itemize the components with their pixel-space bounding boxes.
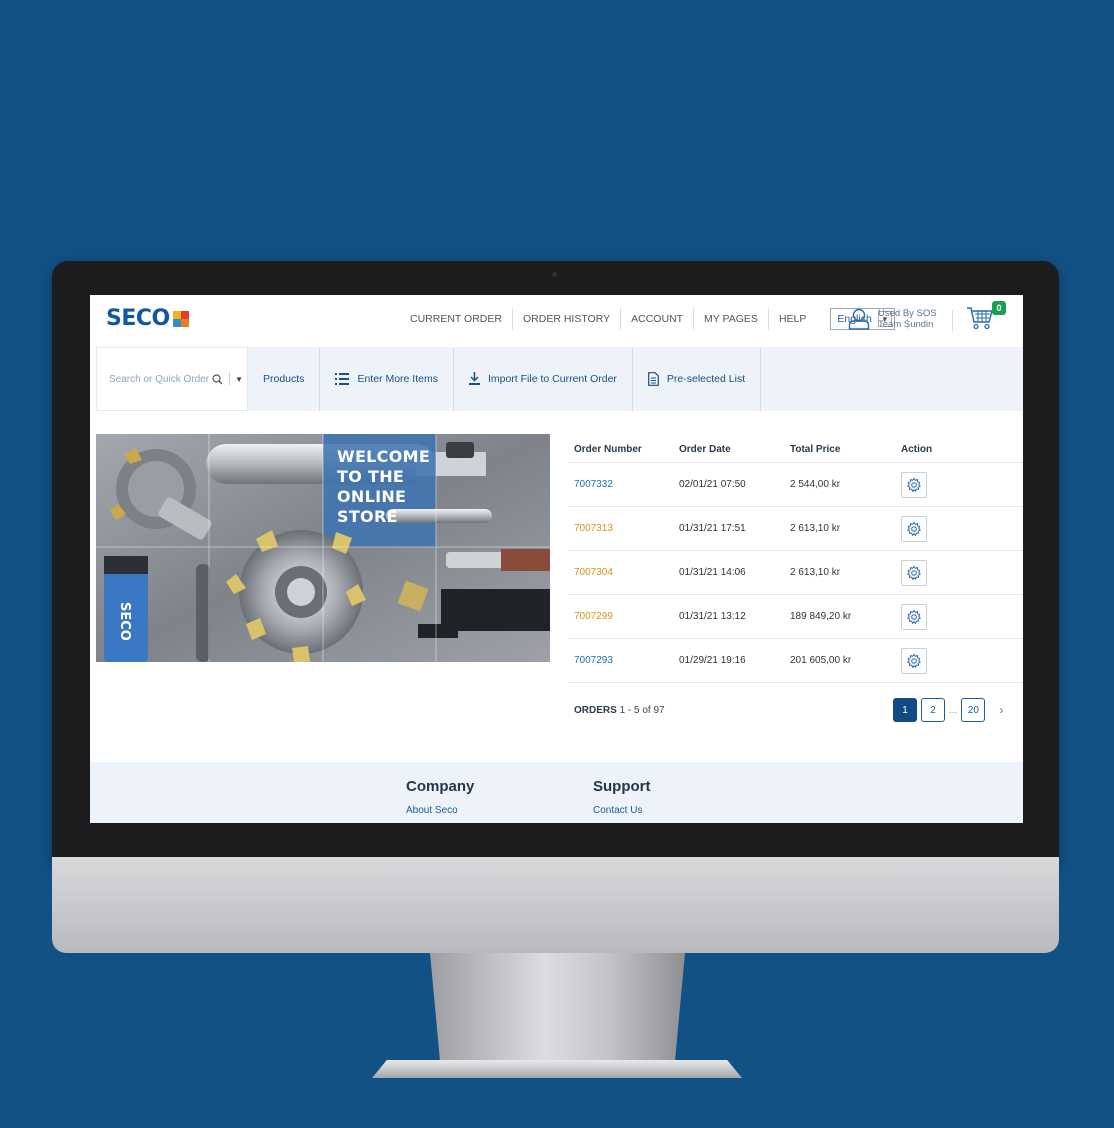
toolbar: Search or Quick Order ▼ Products Enter M… [96,347,1023,411]
order-price: 189 849,20 kr [790,611,852,622]
page-button-1[interactable]: 1 [893,698,917,722]
nav-help[interactable]: HELP [769,308,816,330]
col-action: Action [901,444,933,455]
order-date: 01/31/21 17:51 [679,523,746,534]
order-price: 201 605,00 kr [790,655,852,666]
col-total-price: Total Price [790,444,841,455]
footer-support-title: Support [593,778,651,795]
table-row: 7007293 01/29/21 19:16 201 605,00 kr [568,639,1023,683]
seco-logo[interactable]: SECO [106,306,189,331]
gear-icon[interactable] [901,603,927,630]
gear-icon[interactable] [901,647,927,674]
order-date: 01/29/21 19:16 [679,655,746,666]
welcome-title: WELCOME TO THE ONLINE STORE [337,447,430,527]
gear-icon[interactable] [901,471,927,498]
orders-table: Order Number Order Date Total Price Acti… [568,437,1023,683]
footer-support: Support Contact Us [593,778,651,816]
order-price: 2 613,10 kr [790,567,841,578]
page-ellipsis: ... [949,704,958,716]
top-bar: SECO CURRENT ORDER ORDER HISTORY ACCOUNT… [90,295,1023,347]
order-date: 01/31/21 14:06 [679,567,746,578]
enter-more-items-label: Enter More Items [357,373,438,385]
gear-icon[interactable] [901,559,927,586]
user-name: Used By SOS [878,308,937,319]
welcome-banner[interactable]: SECO WELCOME TO THE ONLINE STORE [96,434,550,662]
list-icon [335,373,350,385]
order-number-link[interactable]: 7007313 [568,523,679,534]
camera [552,272,557,277]
logo-mark-icon [172,310,189,327]
table-row: 7007299 01/31/21 13:12 189 849,20 kr [568,595,1023,639]
orders-summary-label: ORDERS [574,705,617,716]
orders-summary-range: 1 - 5 of 97 [619,705,665,716]
preselected-list-button[interactable]: Pre-selected List [633,347,762,411]
order-number-link[interactable]: 7007304 [568,567,679,578]
top-nav: CURRENT ORDER ORDER HISTORY ACCOUNT MY P… [404,308,908,330]
nav-order-history[interactable]: ORDER HISTORY [513,308,622,330]
page-button-20[interactable]: 20 [961,698,986,722]
import-file-button[interactable]: Import File to Current Order [454,347,633,411]
nav-my-pages[interactable]: MY PAGES [694,308,769,330]
orders-body: 7007332 02/01/21 07:50 2 544,00 kr 7007313 0… [568,463,1023,683]
products-menu[interactable]: Products [248,347,321,411]
import-file-label: Import File to Current Order [487,373,617,385]
footer-contact-link[interactable]: Contact Us [593,805,651,816]
tools-image: SECO [96,434,550,662]
orders-summary: ORDERS 1 - 5 of 97 [574,705,665,716]
site-footer: Company About Seco Support Contact Us [90,762,1023,823]
welcome-line: WELCOME [337,447,431,466]
user-account[interactable]: Used By SOS Team Sundin [848,307,937,331]
products-label: Products [263,373,305,385]
order-date: 01/31/21 13:12 [679,611,746,622]
enter-more-items-button[interactable]: Enter More Items [320,347,454,411]
gear-icon[interactable] [901,515,927,542]
svg-text:SECO: SECO [117,602,132,641]
user-icon [848,308,870,330]
cart-count-badge: 0 [992,301,1006,315]
cart-icon[interactable] [966,305,994,331]
col-order-number: Order Number [574,444,642,455]
footer-company-title: Company [406,778,475,795]
order-price: 2 544,00 kr [790,479,841,490]
download-icon [468,372,480,385]
nav-current-order[interactable]: CURRENT ORDER [404,308,513,330]
search-icon[interactable] [212,373,223,385]
col-order-date: Order Date [679,444,731,455]
search-dropdown-icon[interactable]: ▼ [229,373,243,385]
nav-account[interactable]: ACCOUNT [621,308,695,330]
user-team: Team Sundin [878,319,934,330]
footer-company: Company About Seco [406,778,474,816]
orders-header-row: Order Number Order Date Total Price Acti… [568,437,1023,463]
pagination: 1 2 ... 20 › [893,698,1003,722]
screen: SECO CURRENT ORDER ORDER HISTORY ACCOUNT… [90,295,1023,823]
order-date: 02/01/21 07:50 [679,479,746,490]
search-placeholder: Search or Quick Order [109,373,210,385]
order-number-link[interactable]: 7007332 [568,479,679,490]
page-button-2[interactable]: 2 [921,698,945,722]
order-price: 2 613,10 kr [790,523,841,534]
welcome-line: STORE [337,507,398,526]
order-number-link[interactable]: 7007293 [568,655,679,666]
monitor-stand-foot [372,1060,742,1078]
table-row: 7007332 02/01/21 07:50 2 544,00 kr [568,463,1023,507]
preselected-list-label: Pre-selected List [666,373,746,385]
next-page-icon[interactable]: › [999,703,1003,717]
welcome-line: TO THE [337,467,405,486]
table-row: 7007304 01/31/21 14:06 2 613,10 kr [568,551,1023,595]
document-icon [648,372,659,386]
order-number-link[interactable]: 7007299 [568,611,679,622]
welcome-line: ONLINE [337,487,407,506]
table-row: 7007313 01/31/21 17:51 2 613,10 kr [568,507,1023,551]
logo-text: SECO [106,306,170,331]
user-text: Used By SOS Team Sundin [878,308,937,330]
footer-about-link[interactable]: About Seco [406,805,474,816]
monitor-stand-neck [430,953,685,1063]
divider [952,310,953,332]
monitor-chin [52,857,1059,953]
search-input[interactable]: Search or Quick Order ▼ [96,347,248,411]
